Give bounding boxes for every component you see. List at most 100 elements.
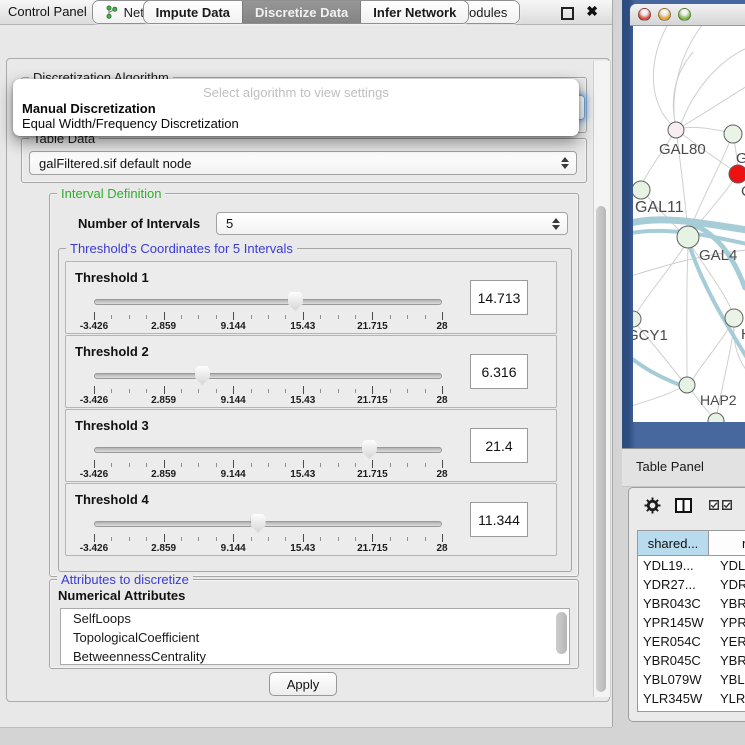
slider[interactable] — [94, 440, 442, 460]
table-cell-shared-name[interactable]: YIL052C — [638, 708, 709, 712]
attribute-list-item[interactable]: BetweennessCentrality — [61, 647, 569, 665]
settings-vertical-scrollbar[interactable] — [593, 61, 611, 697]
table-row[interactable]: YLR345WYLR3 — [638, 689, 745, 708]
network-node-gal11[interactable] — [633, 181, 650, 199]
scrollbar-thumb[interactable] — [596, 206, 606, 692]
zoom-light[interactable] — [678, 8, 691, 21]
slider-thumb[interactable] — [362, 440, 377, 459]
interval-definition-group: Interval Definition Number of Intervals … — [49, 193, 579, 577]
tick — [111, 389, 112, 393]
close-light[interactable] — [638, 8, 651, 21]
threshold-value-field[interactable]: 6.316 — [470, 354, 528, 389]
table-cell-name[interactable]: YDR2 — [709, 575, 745, 594]
network-node[interactable] — [729, 165, 745, 183]
table-row[interactable]: YIL052CYIL0 — [638, 708, 745, 712]
slider-tick-labels: -3.4262.8599.14415.4321.71528 — [94, 395, 442, 406]
slider-thumb[interactable] — [251, 514, 266, 533]
tab-discretize-data[interactable]: Discretize Data — [242, 1, 360, 23]
tick-label: 15.43 — [290, 469, 315, 480]
slider-track[interactable] — [94, 373, 442, 379]
slider-thumb[interactable] — [195, 366, 210, 385]
table-row[interactable]: YBR045CYBR0 — [638, 651, 745, 670]
tick — [198, 389, 199, 393]
table-row[interactable]: YBL079WYBL0 — [638, 670, 745, 689]
table-row[interactable]: YER054CYER0 — [638, 632, 745, 651]
network-node[interactable] — [724, 125, 742, 143]
network-node-hap2[interactable] — [679, 377, 695, 393]
column-header-name[interactable]: na — [709, 531, 745, 555]
table-cell-name[interactable]: YPR1 — [709, 613, 745, 632]
table-cell-name[interactable]: YBR0 — [709, 651, 745, 670]
table-cell-shared-name[interactable]: YDL19... — [638, 556, 709, 575]
tick — [251, 463, 252, 467]
table-cell-name[interactable]: YLR3 — [709, 689, 745, 708]
table-row[interactable]: YPR145WYPR1 — [638, 613, 745, 632]
attribute-list-item[interactable]: TopologicalCoefficient — [61, 628, 569, 647]
table-cell-name[interactable]: YIL0 — [709, 708, 745, 712]
column-header-shared-name[interactable]: shared... — [638, 531, 709, 555]
tick — [268, 537, 269, 541]
algorithm-option-2[interactable]: Equal Width/Frequency Discretization — [21, 116, 582, 131]
threshold-box-3: Threshold 3-3.4262.8599.14415.4321.71528… — [65, 409, 557, 482]
table-cell-shared-name[interactable]: YLR345W — [638, 689, 709, 708]
algorithm-option-1[interactable]: Manual Discretization — [21, 101, 582, 116]
network-window-titlebar[interactable] — [630, 4, 745, 26]
slider-thumb[interactable] — [288, 292, 303, 311]
checkbox-checked-icon[interactable] — [722, 500, 732, 510]
tick — [164, 386, 165, 394]
tab-infer-network[interactable]: Infer Network — [360, 1, 468, 23]
tick — [268, 315, 269, 319]
tick — [198, 315, 199, 319]
slider-track[interactable] — [94, 521, 442, 527]
table-cell-shared-name[interactable]: YER054C — [638, 632, 709, 651]
tick — [338, 389, 339, 393]
table-row[interactable]: YDR27...YDR2 — [638, 575, 745, 594]
attribute-list-item[interactable]: SelfLoops — [61, 609, 569, 628]
network-node-label: GCY1 — [633, 327, 668, 344]
combo-stepper-icon — [552, 218, 560, 230]
threshold-value-field[interactable]: 21.4 — [470, 428, 528, 463]
tick — [198, 463, 199, 467]
network-node-label: GAL4 — [699, 247, 737, 264]
tick — [425, 389, 426, 393]
network-node-label: GAL80 — [659, 141, 706, 158]
table-cell-name[interactable]: YER0 — [709, 632, 745, 651]
table-cell-shared-name[interactable]: YBR045C — [638, 651, 709, 670]
numerical-attributes-list[interactable]: SelfLoopsTopologicalCoefficientBetweenne… — [60, 608, 570, 665]
table-data-combo[interactable]: galFiltered.sif default node — [29, 151, 577, 175]
network-node-h[interactable] — [725, 309, 743, 327]
tick — [372, 460, 373, 468]
split-column-icon[interactable] — [675, 498, 692, 513]
table-cell-name[interactable]: YBR0 — [709, 594, 745, 613]
table-cell-shared-name[interactable]: YDR27... — [638, 575, 709, 594]
slider-track[interactable] — [94, 299, 442, 305]
slider[interactable] — [94, 514, 442, 534]
table-cell-name[interactable]: YDL1 — [709, 556, 745, 575]
network-node-gcy1[interactable] — [633, 311, 641, 327]
threshold-value-field[interactable]: 14.713 — [470, 280, 528, 315]
number-of-intervals-combo[interactable]: 5 — [216, 212, 568, 235]
table-cell-shared-name[interactable]: YBR043C — [638, 594, 709, 613]
tick-label: 21.715 — [357, 321, 388, 332]
settings-gear-icon[interactable] — [644, 497, 661, 514]
table-cell-name[interactable]: YBL0 — [709, 670, 745, 689]
threshold-value-field[interactable]: 11.344 — [470, 502, 528, 537]
apply-button[interactable]: Apply — [269, 672, 337, 696]
minimize-light[interactable] — [658, 8, 671, 21]
network-node-gal80[interactable] — [668, 122, 684, 138]
network-node-gal4[interactable] — [677, 226, 699, 248]
attributes-list-scrollbar[interactable] — [556, 611, 567, 660]
tick — [164, 460, 165, 468]
table-row[interactable]: YBR043CYBR0 — [638, 594, 745, 613]
tab-impute-data[interactable]: Impute Data — [144, 1, 242, 23]
algorithm-placeholder-item[interactable]: Select algorithm to view settings — [13, 85, 579, 100]
slider-track[interactable] — [94, 447, 442, 453]
table-row[interactable]: YDL19...YDL1 — [638, 556, 745, 575]
table-cell-shared-name[interactable]: YBL079W — [638, 670, 709, 689]
slider[interactable] — [94, 292, 442, 312]
network-canvas[interactable]: GAL80GACGAL11GAL4GCY1HHAP2 — [633, 26, 745, 422]
checkbox-checked-icon[interactable] — [709, 500, 719, 510]
slider[interactable] — [94, 366, 442, 386]
tick-label: 9.144 — [221, 543, 246, 554]
table-cell-shared-name[interactable]: YPR145W — [638, 613, 709, 632]
